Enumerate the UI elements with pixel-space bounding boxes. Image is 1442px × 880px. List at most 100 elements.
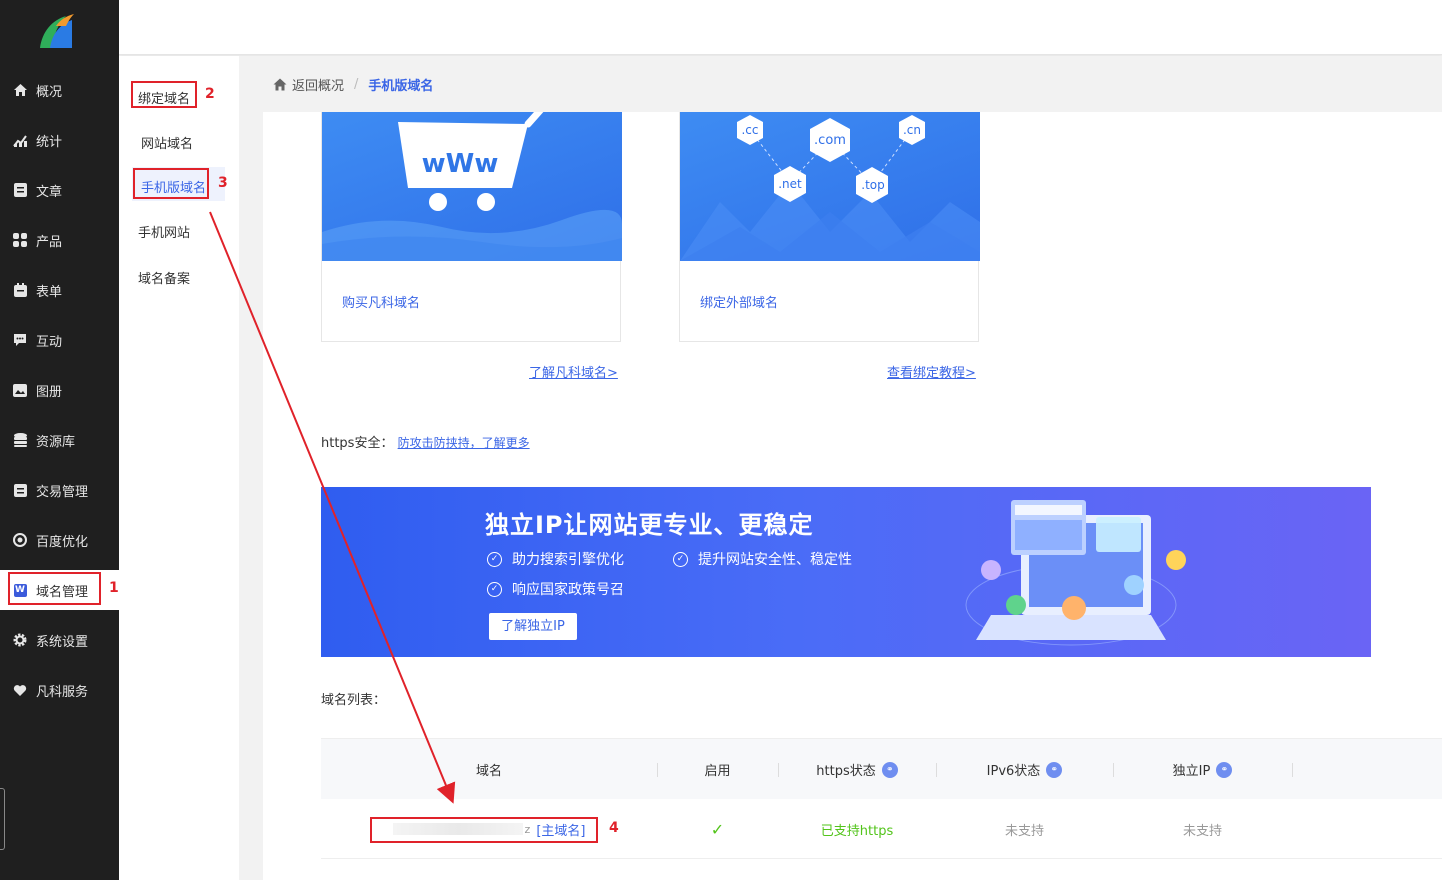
form-icon bbox=[12, 282, 28, 298]
domain-suffix-hexagons-icon: .cc .com .cn .net .top bbox=[680, 115, 980, 261]
banner-feature-text: 响应国家政策号召 bbox=[512, 582, 624, 598]
annotation-number-4: 4 bbox=[609, 820, 619, 836]
banner-feature: ✓ 提升网站安全性、稳定性 bbox=[673, 549, 852, 569]
tag-com: .com bbox=[814, 133, 846, 148]
learn-domain-link[interactable]: 了解凡科域名> bbox=[529, 362, 618, 381]
home-icon bbox=[12, 82, 28, 98]
column-label: IPv6状态 bbox=[986, 764, 1041, 779]
check-circle-icon: ✓ bbox=[487, 581, 502, 597]
www-text: wWw bbox=[422, 149, 499, 179]
column-label: 启用 bbox=[704, 764, 731, 779]
column-https: https状态 ⚭ bbox=[778, 739, 936, 800]
column-domain: 域名 bbox=[321, 739, 657, 800]
top-bar bbox=[119, 0, 1442, 55]
annotation-box-1 bbox=[8, 572, 101, 605]
annotation-box-4 bbox=[370, 817, 598, 843]
sidebar-item-label: 文章 bbox=[36, 184, 63, 200]
breadcrumb-current: 手机版域名 bbox=[368, 78, 434, 94]
ipv6-status-cell: 未支持 bbox=[1004, 823, 1044, 839]
sidebar-item-resources[interactable]: 资源库 bbox=[0, 420, 119, 460]
link-icon[interactable]: ⚭ bbox=[1216, 761, 1233, 778]
sidebar-item-label: 交易管理 bbox=[36, 484, 89, 500]
column-label: 独立IP bbox=[1172, 764, 1211, 779]
learn-dedicated-ip-button[interactable]: 了解独立IP bbox=[489, 613, 577, 640]
column-label: https状态 bbox=[816, 764, 876, 779]
sidebar-item-label: 表单 bbox=[36, 284, 63, 300]
column-dedicated-ip: 独立IP ⚭ bbox=[1113, 739, 1292, 800]
sidebar-item-label: 概况 bbox=[36, 84, 63, 100]
breadcrumb-back[interactable]: 返回概况 bbox=[273, 75, 344, 94]
tag-cc: .cc bbox=[741, 123, 758, 137]
main-content: wWw 购买凡科域名 .cc .com .cn .net .top 绑定外部域名… bbox=[263, 112, 1442, 880]
breadcrumb-separator: / bbox=[354, 76, 359, 92]
logo bbox=[40, 14, 74, 48]
sidebar-item-forms[interactable]: 表单 bbox=[0, 270, 119, 310]
sidebar-item-label: 系统设置 bbox=[36, 634, 89, 650]
buy-domain-illustration: wWw bbox=[322, 112, 622, 261]
sidebar-item-products[interactable]: 产品 bbox=[0, 220, 119, 260]
sidebar-item-stats[interactable]: 统计 bbox=[0, 120, 119, 160]
https-label: https安全： bbox=[321, 436, 394, 451]
heart-icon bbox=[12, 682, 28, 698]
sidebar-item-label: 百度优化 bbox=[36, 534, 89, 550]
sidebar-item-interaction[interactable]: 互动 bbox=[0, 320, 119, 360]
link-icon[interactable]: ⚭ bbox=[1046, 761, 1063, 778]
link-icon[interactable]: ⚭ bbox=[881, 761, 898, 778]
order-icon bbox=[12, 482, 28, 498]
sidebar-item-settings[interactable]: 系统设置 bbox=[0, 620, 119, 660]
chart-icon bbox=[12, 132, 28, 148]
check-circle-icon: ✓ bbox=[673, 551, 688, 567]
sidebar-item-trade[interactable]: 交易管理 bbox=[0, 470, 119, 510]
https-status-cell: 已支持https bbox=[820, 823, 894, 839]
annotation-number-3: 3 bbox=[218, 175, 228, 191]
sidebar-item-album[interactable]: 图册 bbox=[0, 370, 119, 410]
seo-icon bbox=[12, 532, 28, 548]
database-icon bbox=[12, 432, 28, 448]
buy-domain-label[interactable]: 购买凡科域名 bbox=[342, 292, 420, 311]
annotation-number-2: 2 bbox=[205, 86, 215, 102]
tag-cn: .cn bbox=[903, 123, 921, 137]
column-ipv6: IPv6状态 ⚭ bbox=[936, 739, 1113, 800]
https-security-row: https安全： 防攻击防挟持，了解更多 bbox=[321, 432, 530, 451]
sidebar-item-articles[interactable]: 文章 bbox=[0, 170, 119, 210]
sidebar-item-seo[interactable]: 百度优化 bbox=[0, 520, 119, 560]
banner-feature: ✓ 响应国家政策号召 bbox=[487, 579, 624, 599]
sidebar-item-label: 资源库 bbox=[36, 434, 76, 450]
sidebar-item-label: 互动 bbox=[36, 334, 63, 350]
sidebar-item-label: 凡科服务 bbox=[36, 684, 89, 700]
grid-icon bbox=[12, 232, 28, 248]
chat-icon bbox=[12, 332, 28, 348]
sidebar-item-label: 产品 bbox=[36, 234, 63, 250]
banner-title: 独立IP让网站更专业、更稳定 bbox=[485, 511, 814, 539]
breadcrumb-back-label: 返回概况 bbox=[292, 78, 345, 94]
banner-feature-text: 助力搜索引擎优化 bbox=[512, 552, 624, 568]
gear-icon bbox=[12, 632, 28, 648]
banner-feature: ✓ 助力搜索引擎优化 bbox=[487, 549, 624, 569]
article-icon bbox=[12, 182, 28, 198]
column-label: 域名 bbox=[475, 764, 502, 779]
bind-external-label[interactable]: 绑定外部域名 bbox=[700, 292, 778, 311]
sidebar-item-label: 统计 bbox=[36, 134, 63, 150]
bind-tutorial-link[interactable]: 查看绑定教程> bbox=[887, 362, 976, 381]
dedicated-ip-cell: 未支持 bbox=[1182, 823, 1222, 839]
sidebar-item-label: 图册 bbox=[36, 384, 63, 400]
https-learn-more-link[interactable]: 防攻击防挟持，了解更多 bbox=[398, 436, 530, 450]
subnav-item-mobile-site[interactable]: 手机网站 bbox=[138, 222, 190, 241]
subnav-item-site-domain[interactable]: 网站域名 bbox=[141, 133, 193, 152]
sidebar-item-overview[interactable]: 概况 bbox=[0, 70, 119, 110]
content-gutter bbox=[239, 56, 263, 880]
buy-domain-card[interactable]: wWw 购买凡科域名 bbox=[321, 112, 622, 342]
annotation-box-2 bbox=[131, 81, 197, 108]
table-header: 域名 启用 https状态 ⚭ IPv6状态 ⚭ 独立IP ⚭ bbox=[321, 738, 1442, 799]
breadcrumb: 返回概况 / 手机版域名 bbox=[263, 56, 1442, 112]
tag-net: .net bbox=[778, 177, 802, 191]
annotation-box-3 bbox=[133, 168, 209, 199]
annotation-number-1: 1 bbox=[109, 580, 119, 596]
dedicated-ip-banner: 独立IP让网站更专业、更稳定 ✓ 助力搜索引擎优化 ✓ 提升网站安全性、稳定性 … bbox=[321, 487, 1371, 657]
domain-list-title: 域名列表： bbox=[321, 693, 387, 708]
subnav-item-icp[interactable]: 域名备案 bbox=[138, 268, 190, 287]
sidebar-collapse-handle[interactable] bbox=[0, 788, 5, 850]
laptop-illustration-icon bbox=[965, 500, 1186, 646]
sidebar-item-service[interactable]: 凡科服务 bbox=[0, 670, 119, 710]
bind-external-card[interactable]: .cc .com .cn .net .top 绑定外部域名 bbox=[679, 112, 980, 342]
